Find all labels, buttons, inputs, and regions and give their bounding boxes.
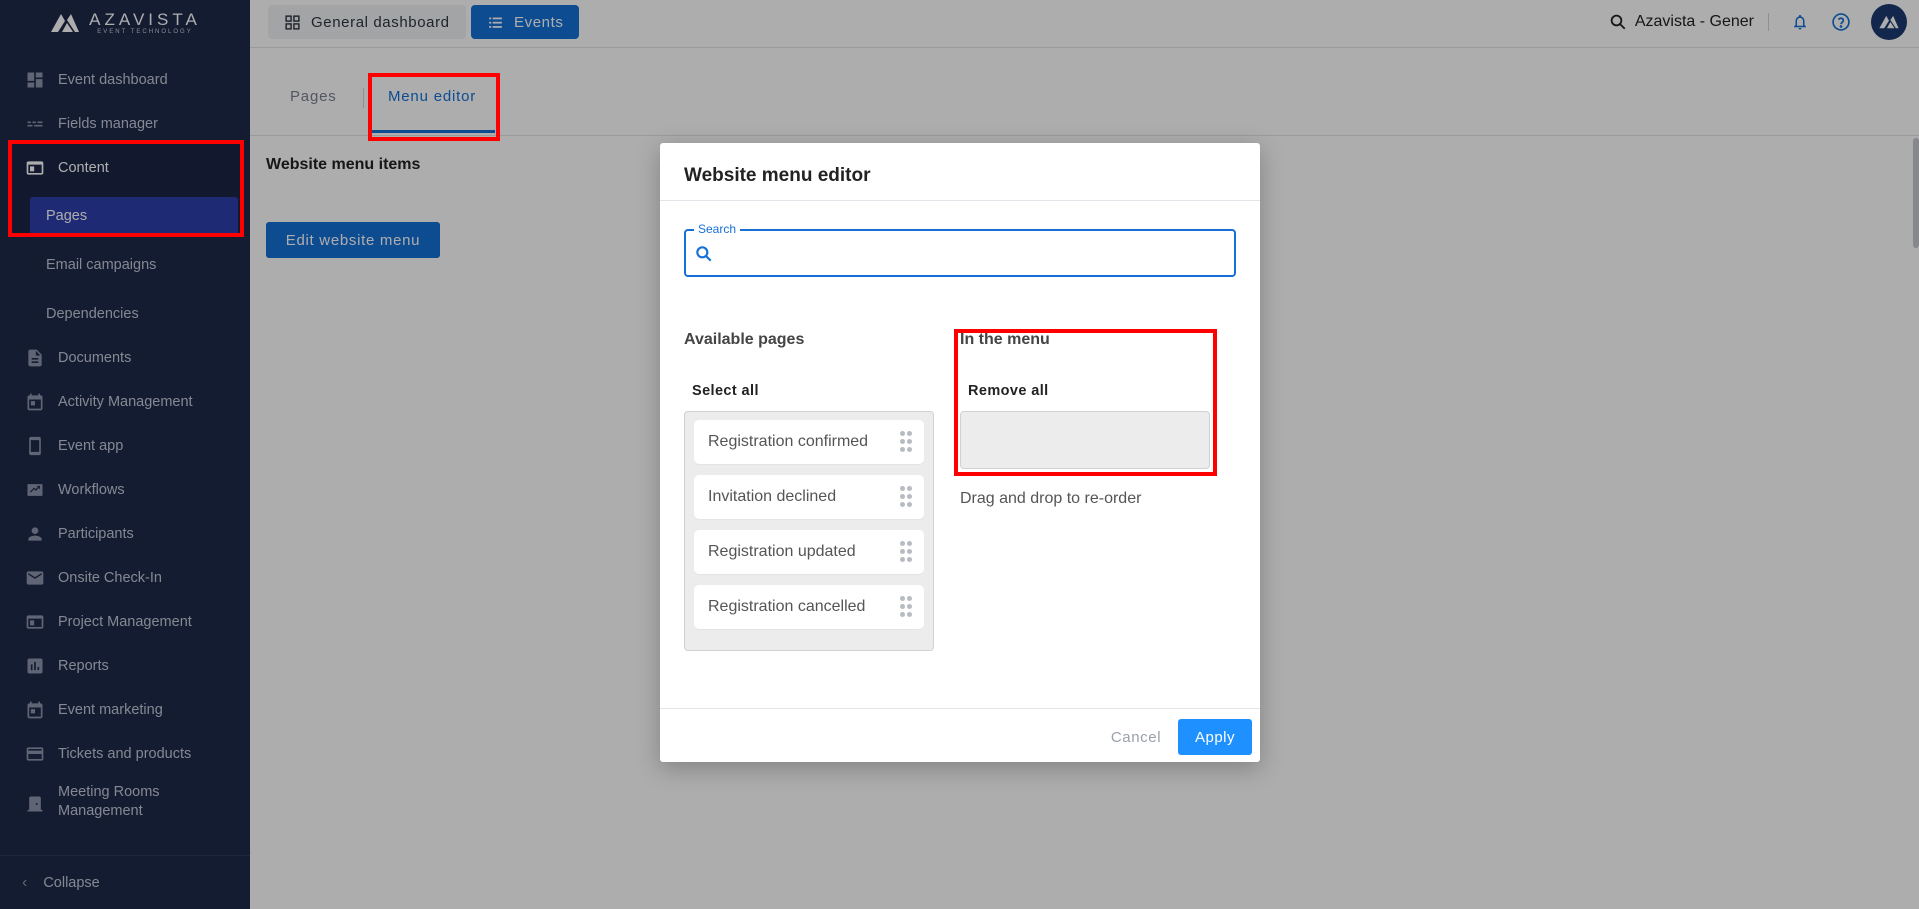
apply-button[interactable]: Apply	[1178, 719, 1252, 755]
drag-handle-icon[interactable]	[900, 541, 912, 563]
search-icon	[696, 246, 712, 262]
dialog-title: Website menu editor	[684, 165, 871, 186]
highlight-in-the-menu	[954, 329, 1217, 476]
dialog-footer-divider	[660, 708, 1260, 709]
highlight-menu-editor-tab	[368, 73, 500, 141]
list-item-label: Registration updated	[708, 543, 856, 560]
search-label: Search	[694, 222, 741, 236]
search-input[interactable]: Search	[684, 222, 1236, 277]
drag-handle-icon[interactable]	[900, 596, 912, 618]
list-item[interactable]: Registration updated	[694, 530, 924, 574]
list-item[interactable]: Registration cancelled	[694, 585, 924, 629]
select-all-button[interactable]: Select all	[692, 383, 759, 399]
drag-handle-icon[interactable]	[900, 486, 912, 508]
drag-handle-icon[interactable]	[900, 431, 912, 453]
cancel-button[interactable]: Cancel	[1100, 719, 1172, 755]
highlight-content-pages	[8, 140, 244, 237]
list-item-label: Registration cancelled	[708, 598, 866, 615]
available-pages-list: Registration confirmed Invitation declin…	[684, 411, 934, 651]
dialog-divider	[660, 200, 1260, 201]
list-item-label: Registration confirmed	[708, 433, 869, 450]
available-pages-title: Available pages	[684, 331, 805, 348]
website-menu-editor-dialog: Website menu editor Search Available pag…	[660, 143, 1260, 762]
list-item[interactable]: Registration confirmed	[694, 420, 924, 464]
list-item[interactable]: Invitation declined	[694, 475, 924, 519]
list-item-label: Invitation declined	[708, 488, 837, 505]
drag-hint: Drag and drop to re-order	[960, 490, 1142, 507]
